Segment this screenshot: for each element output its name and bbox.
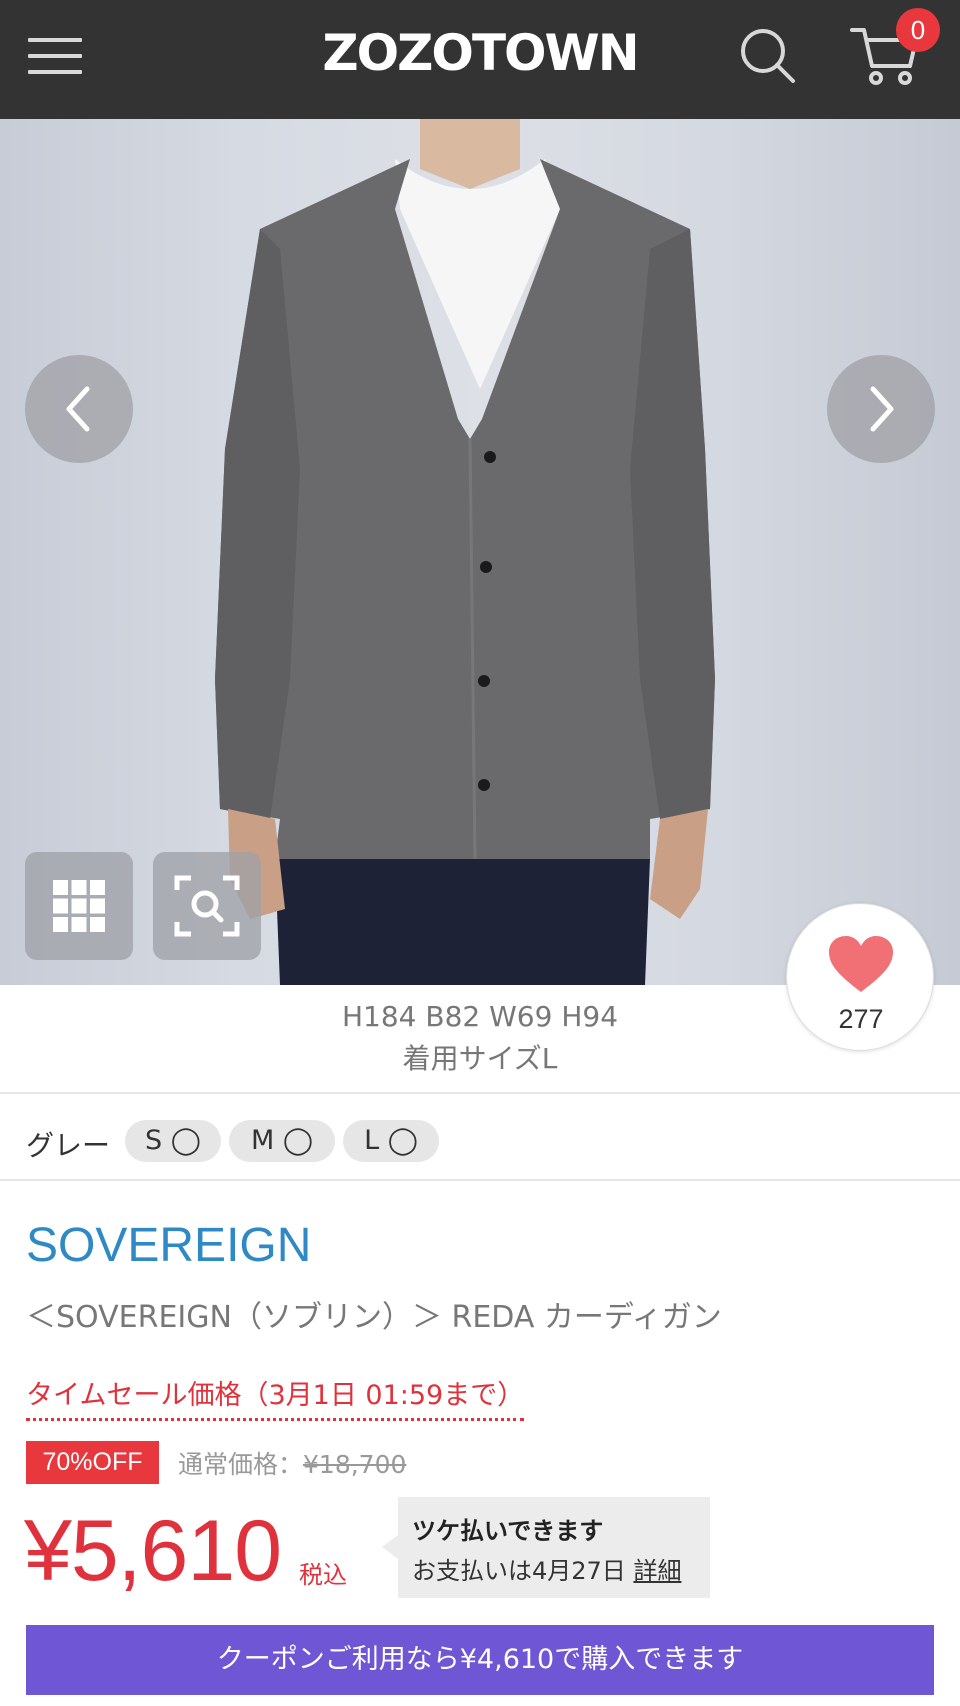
divider bbox=[0, 1179, 960, 1181]
time-sale-label[interactable]: タイムセール価格（3月1日 01:59まで） bbox=[26, 1373, 525, 1421]
chevron-right-icon bbox=[870, 386, 894, 432]
tsuke-payment-tooltip: ツケ払いできます お支払いは4月27日 詳細 bbox=[382, 1497, 710, 1598]
size-chip-s[interactable]: S ◯ bbox=[125, 1120, 221, 1162]
tsuke-subtitle: お支払いは4月27日 詳細 bbox=[412, 1551, 681, 1586]
model-wearing-size: 着用サイズL bbox=[402, 1042, 558, 1075]
model-measurements: H184 B82 W69 H94 bbox=[341, 1000, 619, 1033]
app-header: ZOZOTOWN 0 bbox=[0, 0, 960, 119]
grid-icon bbox=[53, 880, 105, 932]
image-grid-button[interactable] bbox=[25, 852, 133, 960]
sale-price: ¥5,610 bbox=[24, 1503, 282, 1599]
next-image-button[interactable] bbox=[827, 355, 935, 463]
tax-label: 税込 bbox=[299, 1561, 347, 1589]
cart-count-badge: 0 bbox=[896, 8, 940, 52]
product-image-carousel[interactable] bbox=[0, 119, 960, 985]
product-name: ＜SOVEREIGN（ソブリン）＞ REDA カーディガン bbox=[26, 1300, 722, 1335]
model-info: H184 B82 W69 H94 着用サイズL bbox=[0, 996, 960, 1080]
zoom-scan-icon bbox=[174, 875, 240, 937]
heart-icon bbox=[829, 936, 893, 992]
color-label: グレー bbox=[26, 1129, 111, 1162]
divider bbox=[0, 1092, 960, 1094]
tsuke-due-date: お支払いは4月27日 bbox=[412, 1557, 626, 1585]
tsuke-details-link[interactable]: 詳細 bbox=[633, 1557, 681, 1585]
discount-badge: 70%OFF bbox=[26, 1441, 159, 1484]
brand-link[interactable]: SOVEREIGN bbox=[26, 1218, 311, 1273]
logo[interactable]: ZOZOTOWN bbox=[0, 24, 960, 82]
chevron-left-icon bbox=[66, 386, 90, 432]
regular-price-label: 通常価格： bbox=[178, 1450, 304, 1479]
product-photo bbox=[215, 119, 715, 985]
size-chip-l[interactable]: L ◯ bbox=[343, 1120, 439, 1162]
coupon-banner[interactable]: クーポンご利用なら¥4,610で購入できます bbox=[26, 1625, 934, 1695]
regular-price-value: ¥18,700 bbox=[303, 1450, 407, 1479]
size-chip-m[interactable]: M ◯ bbox=[229, 1120, 335, 1162]
previous-image-button[interactable] bbox=[25, 355, 133, 463]
search-icon bbox=[741, 29, 795, 83]
tsuke-title: ツケ払いできます bbox=[412, 1517, 604, 1545]
regular-price: 通常価格：¥18,700 bbox=[178, 1445, 406, 1481]
zoom-button[interactable] bbox=[153, 852, 261, 960]
search-button[interactable] bbox=[738, 26, 798, 86]
